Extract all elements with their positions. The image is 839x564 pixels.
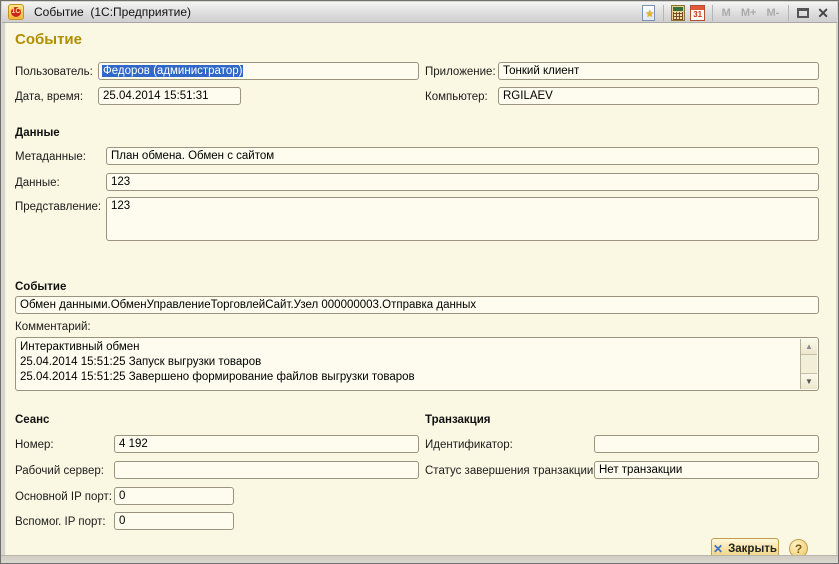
titlebar-separator: [788, 5, 789, 21]
window-titlebar: 1С Событие (1С:Предприятие) ★ 31 M M+ M-…: [2, 2, 837, 23]
comment-scrollbar[interactable]: ▲ ▼: [800, 339, 817, 389]
close-x-icon: ✕: [713, 542, 723, 556]
comment-field[interactable]: Интерактивный обмен 25.04.2014 15:51:25 …: [15, 337, 819, 391]
session-section-title: Сеанс: [15, 414, 49, 426]
scroll-up-icon[interactable]: ▲: [801, 339, 817, 355]
transaction-status-field[interactable]: [594, 461, 819, 479]
application-field[interactable]: [498, 62, 819, 80]
working-server-field[interactable]: [114, 461, 419, 479]
aux-ip-port-label: Вспомог. IP порт:: [15, 516, 106, 528]
data-field[interactable]: [106, 173, 819, 191]
close-window-button[interactable]: ✕: [813, 4, 833, 22]
titlebar-separator: [663, 5, 664, 21]
event-section-title: Событие: [15, 281, 66, 293]
comment-line: Интерактивный обмен: [20, 340, 798, 355]
calendar-icon: 31: [690, 5, 705, 21]
favorites-button[interactable]: ★: [639, 4, 659, 22]
metadata-field[interactable]: [106, 147, 819, 165]
user-selected-text: Федоров (администратор): [102, 65, 243, 77]
event-field[interactable]: [15, 296, 819, 314]
identifier-field[interactable]: [594, 435, 819, 453]
calendar-button[interactable]: 31: [688, 4, 708, 22]
user-field[interactable]: Федоров (администратор): [98, 62, 419, 80]
comment-line: 25.04.2014 15:51:25 Запуск выгрузки това…: [20, 355, 798, 370]
calculator-button[interactable]: [668, 4, 688, 22]
aux-ip-port-field[interactable]: [114, 512, 234, 530]
datetime-label: Дата, время:: [15, 91, 83, 103]
comment-label: Комментарий:: [15, 321, 91, 333]
computer-field[interactable]: [498, 87, 819, 105]
main-ip-port-label: Основной IP порт:: [15, 491, 112, 503]
event-window: 1С Событие (1С:Предприятие) ★ 31 M M+ M-…: [0, 0, 839, 564]
window-title: Событие (1С:Предприятие): [34, 5, 191, 19]
session-number-label: Номер:: [15, 439, 54, 451]
transaction-status-label: Статус завершения транзакции:: [425, 465, 597, 477]
identifier-label: Идентификатор:: [425, 439, 513, 451]
presentation-field[interactable]: 123: [106, 197, 819, 241]
datetime-field[interactable]: [98, 87, 241, 105]
comment-line: 25.04.2014 15:51:25 Завершено формирован…: [20, 370, 798, 385]
1c-logo-icon: 1С: [8, 4, 24, 20]
titlebar-separator: [712, 5, 713, 21]
main-ip-port-field[interactable]: [114, 487, 234, 505]
data-label: Данные:: [15, 177, 60, 189]
transaction-section-title: Транзакция: [425, 414, 491, 426]
metadata-label: Метаданные:: [15, 151, 86, 163]
working-server-label: Рабочий сервер:: [15, 465, 104, 477]
page-title: Событие: [15, 31, 82, 48]
user-label: Пользователь:: [15, 66, 93, 78]
memory-plus-button[interactable]: M+: [736, 7, 762, 19]
application-label: Приложение:: [425, 66, 496, 78]
scroll-down-icon[interactable]: ▼: [801, 373, 817, 389]
window-bottom-frame: [1, 555, 838, 563]
presentation-label: Представление:: [15, 201, 101, 213]
memory-minus-button[interactable]: M-: [761, 7, 784, 19]
maximize-icon: [797, 8, 809, 18]
comment-text: Интерактивный обмен 25.04.2014 15:51:25 …: [20, 340, 798, 385]
session-number-field[interactable]: [114, 435, 419, 453]
memory-recall-button[interactable]: M: [717, 7, 736, 19]
calculator-icon: [671, 5, 685, 21]
data-section-title: Данные: [15, 127, 60, 139]
favorites-star-icon: ★: [642, 5, 655, 21]
computer-label: Компьютер:: [425, 91, 488, 103]
maximize-button[interactable]: [793, 4, 813, 22]
close-button-label: Закрыть: [728, 543, 777, 555]
